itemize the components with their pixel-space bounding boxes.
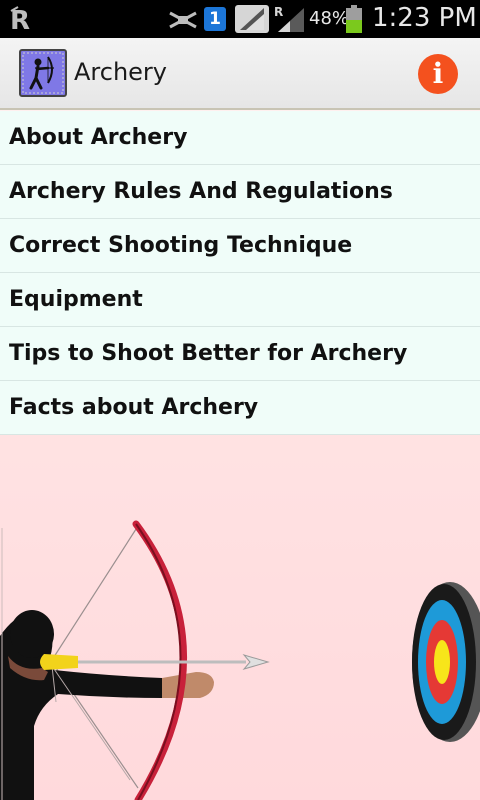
wifi-icon xyxy=(235,5,269,33)
status-bar: R 1 R 48% 1:23 PM xyxy=(0,0,480,38)
action-bar: Archery i xyxy=(0,38,480,110)
svg-text:R: R xyxy=(274,5,283,19)
menu-item-label: Equipment xyxy=(9,287,143,312)
menu-item-about-archery[interactable]: About Archery xyxy=(0,111,480,165)
menu-item-label: Correct Shooting Technique xyxy=(9,233,353,258)
archery-illustration xyxy=(0,520,480,800)
menu-item-facts[interactable]: Facts about Archery xyxy=(0,381,480,435)
app-title: Archery xyxy=(74,58,167,86)
signal-icon: R xyxy=(274,5,304,32)
notification-badge: 1 xyxy=(204,7,226,31)
menu-item-rules-and-regulations[interactable]: Archery Rules And Regulations xyxy=(0,165,480,219)
menu-item-shooting-technique[interactable]: Correct Shooting Technique xyxy=(0,219,480,273)
menu-item-label: Facts about Archery xyxy=(9,395,259,420)
menu-item-label: About Archery xyxy=(9,125,188,150)
app-r-icon: R xyxy=(10,6,30,33)
target xyxy=(412,582,480,742)
menu-item-equipment[interactable]: Equipment xyxy=(0,273,480,327)
menu-item-tips[interactable]: Tips to Shoot Better for Archery xyxy=(0,327,480,381)
menu-item-label: Archery Rules And Regulations xyxy=(9,179,393,204)
arrow xyxy=(40,654,270,670)
info-icon[interactable]: i xyxy=(418,54,458,94)
archer-figure-icon xyxy=(22,52,64,94)
status-time: 1:23 PM xyxy=(372,3,477,33)
battery-percent: 48% xyxy=(309,8,350,29)
app-screen: R 1 R 48% 1:23 PM Archery i About Archer… xyxy=(0,0,480,800)
battery-icon xyxy=(346,5,362,33)
mute-icon xyxy=(169,11,197,29)
menu-list: About Archery Archery Rules And Regulati… xyxy=(0,111,480,435)
menu-item-label: Tips to Shoot Better for Archery xyxy=(9,341,408,366)
archer-logo-icon[interactable] xyxy=(19,49,67,97)
